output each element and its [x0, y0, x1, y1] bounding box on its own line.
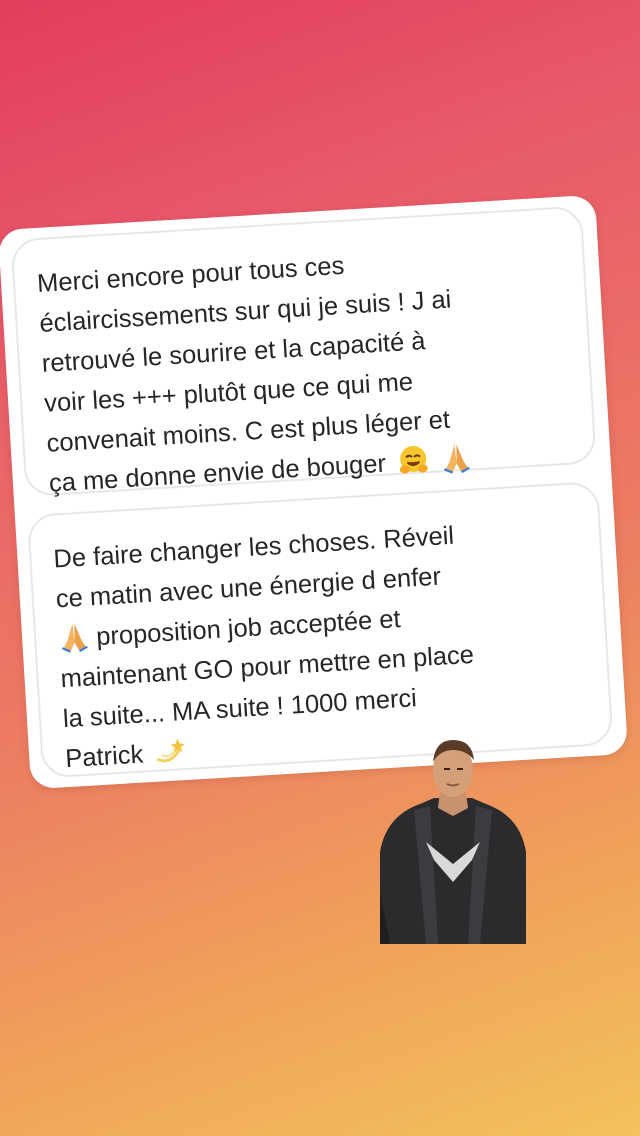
- message-bubble: Merci encore pour tous ces éclaircisseme…: [10, 205, 597, 498]
- quoted-message-card: Merci encore pour tous ces éclaircisseme…: [0, 194, 629, 790]
- folded-hands-emoji: [443, 444, 470, 474]
- hugging-face-emoji: [399, 446, 428, 474]
- message-text: Patrick: [64, 740, 145, 774]
- dizzy-emoji: [157, 738, 185, 763]
- person-sticker[interactable]: [380, 732, 526, 944]
- folded-hands-emoji: [61, 623, 88, 653]
